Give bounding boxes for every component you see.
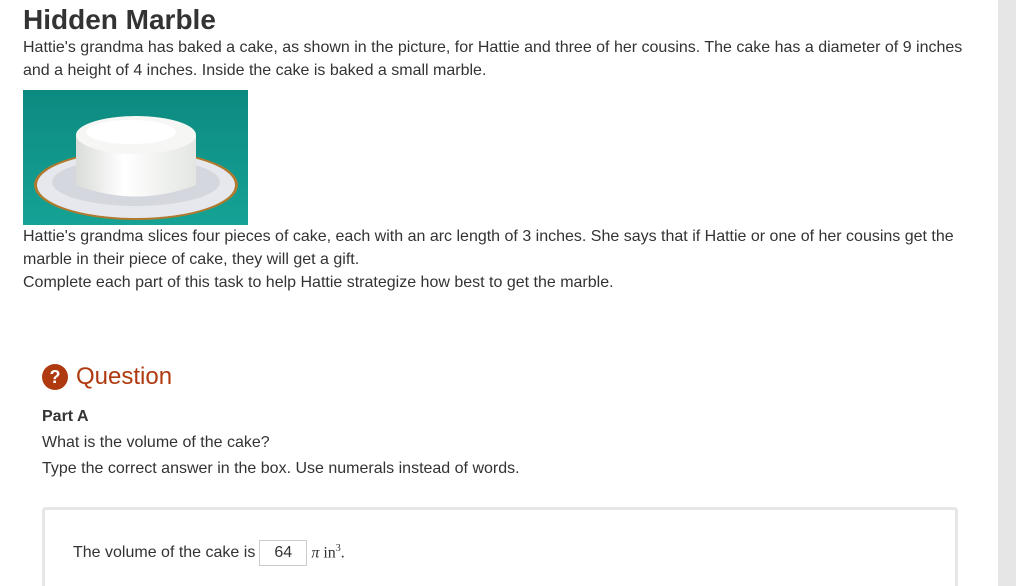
intro-paragraph: Hattie's grandma has baked a cake, as sh… — [23, 39, 963, 79]
task-content: Hidden Marble Hattie's grandma has baked… — [23, 0, 983, 294]
unit-period: . — [340, 544, 345, 562]
part-label: Part A — [42, 408, 89, 425]
answer-line: The volume of the cake is π in3. — [73, 540, 345, 566]
vertical-scrollbar[interactable] — [998, 0, 1016, 586]
question-heading: Question — [76, 363, 173, 390]
answer-unit: π in3. — [311, 543, 344, 562]
instructions-paragraph: Complete each part of this task to help … — [23, 274, 614, 291]
question-header: ? Question — [42, 360, 962, 394]
question-section: ? Question Part A What is the volume of … — [42, 360, 962, 478]
cake-image — [23, 90, 248, 225]
page-title: Hidden Marble — [23, 4, 216, 35]
page: Hidden Marble Hattie's grandma has baked… — [0, 0, 1016, 586]
question-prompt: What is the volume of the cake? — [42, 434, 270, 451]
volume-answer-input[interactable] — [259, 540, 308, 566]
unit-pi: π — [311, 544, 320, 562]
answer-panel: The volume of the cake is π in3. — [42, 507, 958, 586]
unit-in: in — [323, 544, 336, 562]
question-instruction: Type the correct answer in the box. Use … — [42, 460, 520, 477]
answer-prefix: The volume of the cake is — [73, 544, 256, 561]
slices-paragraph: Hattie's grandma slices four pieces of c… — [23, 228, 954, 268]
question-mark-icon: ? — [42, 364, 68, 390]
